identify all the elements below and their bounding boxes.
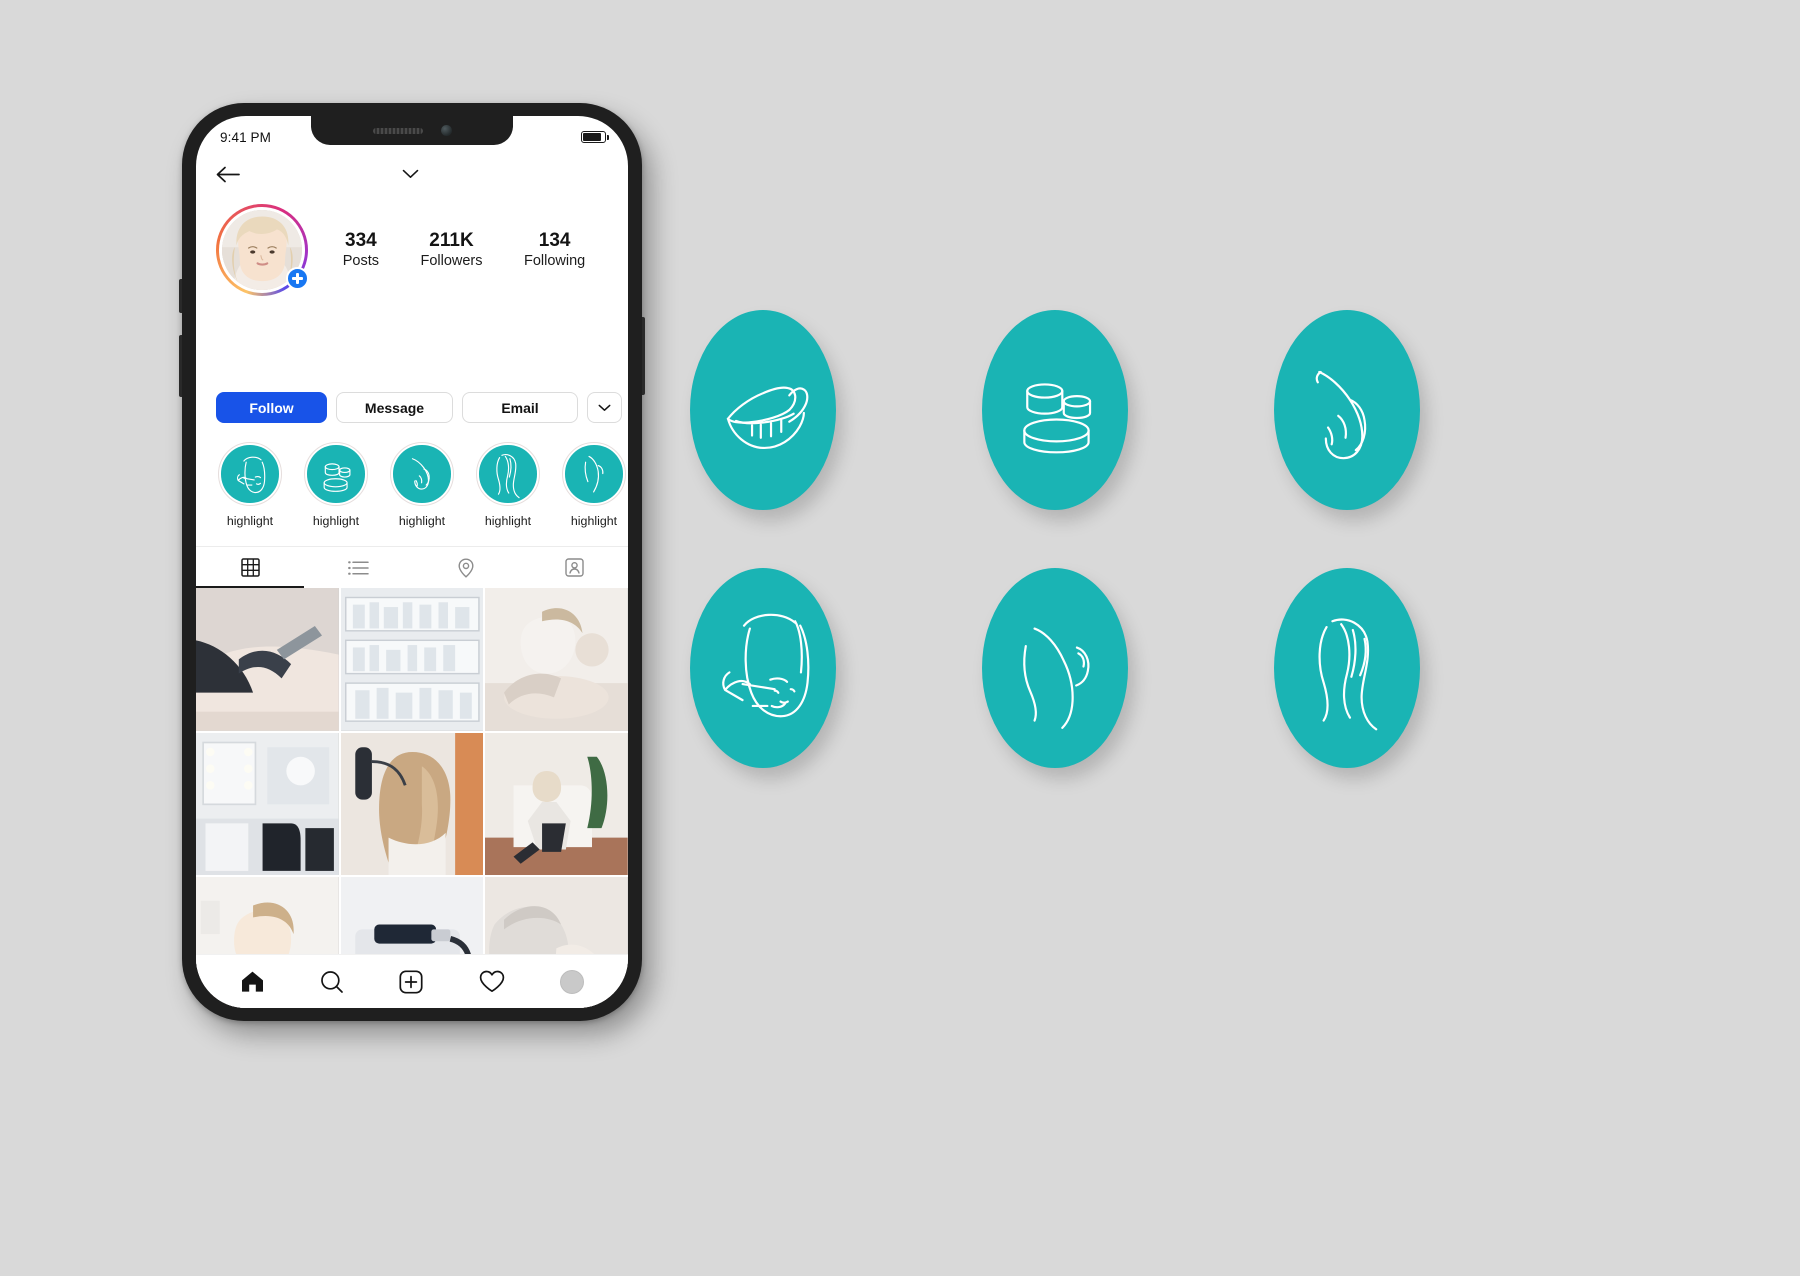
highlight-label: highlight	[570, 514, 618, 528]
highlight-item-3[interactable]: highlight	[390, 442, 454, 528]
home-icon	[241, 971, 263, 992]
nav-profile-avatar[interactable]	[560, 969, 585, 994]
long-hair-woman-icon	[479, 445, 537, 503]
nav-activity-button[interactable]	[479, 970, 505, 993]
highlight-label: highlight	[484, 514, 532, 528]
cosmetic-jars-icon	[307, 445, 365, 503]
icon-board-row-1	[690, 310, 1420, 510]
highlight-label: highlight	[226, 514, 274, 528]
profile-header: 334 Posts 211K Followers 134 Following	[196, 198, 628, 296]
long-hair-woman-icon	[1274, 568, 1420, 768]
more-options-button[interactable]	[587, 392, 622, 423]
stat-posts[interactable]: 334 Posts	[343, 229, 379, 272]
body-back-icon	[982, 568, 1128, 768]
tagged-person-icon	[564, 558, 584, 577]
eyebrow-threading-icon	[221, 445, 279, 503]
tab-grid[interactable]	[196, 547, 304, 588]
icon-board	[690, 310, 1420, 826]
profile-stats: 334 Posts 211K Followers 134 Following	[308, 229, 606, 272]
eyebrow-threading-face-icon	[690, 568, 836, 768]
grid-post[interactable]	[340, 588, 484, 731]
posts-count: 334	[345, 229, 377, 251]
highlight-item-5[interactable]: highlight	[562, 442, 626, 528]
hand-icon	[1274, 310, 1420, 510]
profile-top-bar	[196, 150, 628, 198]
nav-search-button[interactable]	[320, 970, 344, 994]
earpiece-speaker	[372, 127, 423, 134]
highlight-label: highlight	[312, 514, 360, 528]
message-button[interactable]: Message	[336, 392, 453, 423]
phone-notch	[311, 116, 513, 145]
highlight-item-2[interactable]: highlight	[304, 442, 368, 528]
avatar[interactable]	[216, 204, 309, 296]
grid-post[interactable]	[485, 588, 628, 731]
heart-icon	[479, 970, 505, 993]
list-icon	[347, 560, 369, 575]
bottom-navigation	[196, 954, 628, 1008]
stat-followers[interactable]: 211K Followers	[420, 229, 482, 272]
add-story-plus-badge[interactable]	[286, 267, 309, 290]
canvas: 9:41 PM 334 Posts 211K Followers 134 Fol…	[0, 0, 1800, 1276]
battery-icon	[581, 131, 609, 143]
search-icon	[321, 970, 343, 993]
following-label: Following	[523, 253, 586, 270]
front-camera-icon	[440, 125, 452, 136]
story-highlights-row[interactable]: highlight highlight highlight highlight …	[196, 423, 628, 528]
back-arrow-icon[interactable]	[216, 165, 240, 184]
location-pin-icon	[458, 557, 474, 578]
grid-post[interactable]	[340, 732, 484, 876]
tab-places[interactable]	[412, 547, 520, 588]
stat-following[interactable]: 134 Following	[524, 229, 585, 272]
nav-create-button[interactable]	[399, 969, 424, 994]
followers-count: 211K	[429, 229, 474, 251]
grid-icon	[240, 558, 260, 577]
posts-label: Posts	[342, 253, 379, 270]
grid-post[interactable]	[196, 732, 339, 876]
phone-power-button	[642, 317, 645, 395]
phone-screen: 9:41 PM 334 Posts 211K Followers 134 Fol…	[196, 116, 628, 1008]
cosmetic-jars-icon	[982, 310, 1128, 510]
highlight-label: highlight	[398, 514, 446, 528]
hamburger-menu-icon[interactable]	[580, 165, 606, 183]
grid-post[interactable]	[485, 732, 628, 876]
icon-board-row-2	[690, 568, 1420, 768]
following-count: 134	[538, 229, 571, 251]
tab-tagged[interactable]	[520, 547, 628, 588]
grid-post[interactable]	[196, 588, 339, 731]
nav-home-button[interactable]	[240, 970, 265, 993]
email-button[interactable]: Email	[462, 392, 578, 423]
chevron-down-icon	[598, 404, 611, 411]
phone-mockup: 9:41 PM 334 Posts 211K Followers 134 Fol…	[179, 103, 645, 1021]
profile-tabs	[196, 546, 628, 588]
tab-list[interactable]	[304, 547, 412, 588]
status-bar-time: 9:41 PM	[220, 129, 271, 145]
highlight-item-1[interactable]: highlight	[218, 442, 282, 528]
post-grid	[196, 588, 628, 1008]
lips-icon	[690, 310, 836, 510]
body-silhouette-icon	[565, 445, 623, 503]
plus-square-icon	[399, 969, 424, 994]
followers-label: Followers	[420, 253, 483, 270]
chevron-down-icon[interactable]	[402, 169, 419, 179]
follow-button[interactable]: Follow	[216, 392, 327, 423]
hand-icon	[393, 445, 451, 503]
highlight-item-4[interactable]: highlight	[476, 442, 540, 528]
profile-action-buttons: Follow Message Email	[196, 296, 628, 423]
